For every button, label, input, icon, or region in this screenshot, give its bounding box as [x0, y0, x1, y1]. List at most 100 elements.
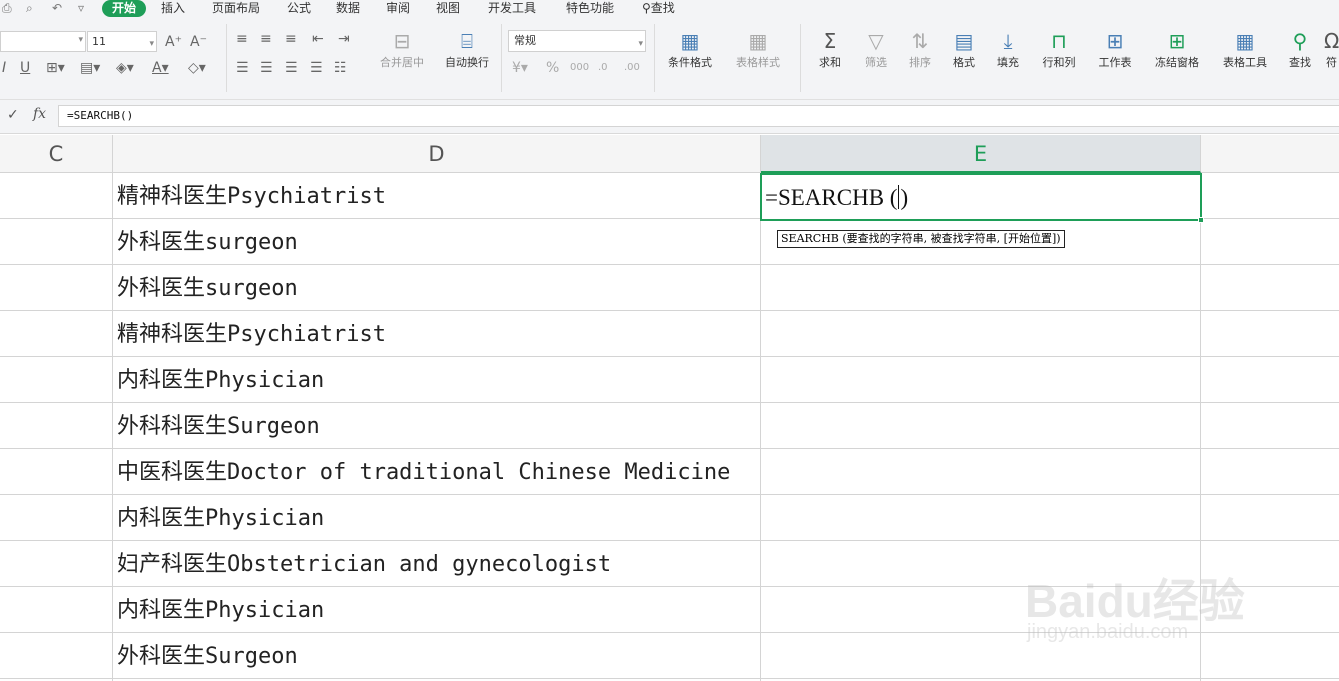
fill-color-icon[interactable]: ◈▾	[116, 60, 134, 76]
currency-icon[interactable]: ¥▾	[512, 60, 528, 76]
table-row: 内科医生Physician	[0, 357, 1339, 403]
symbol-button[interactable]: Ω 符	[1324, 28, 1339, 69]
cell-d[interactable]: 妇产科医生Obstetrician and gynecologist	[117, 541, 611, 587]
tab-review[interactable]: 审阅	[386, 0, 410, 17]
font-color-icon[interactable]: A▾	[152, 60, 169, 76]
table-tools-button[interactable]: ▦ 表格工具	[1214, 28, 1276, 69]
tab-page-layout[interactable]: 页面布局	[212, 0, 260, 17]
increase-decimal-icon[interactable]: .0	[598, 60, 608, 76]
column-header-f[interactable]	[1201, 135, 1339, 173]
filter-button[interactable]: ▽ 筛选	[854, 28, 898, 69]
table-row: 外科科医生Surgeon	[0, 403, 1339, 449]
print-preview-icon[interactable]: ⌕	[26, 1, 33, 15]
thousands-separator-icon[interactable]: 000	[570, 60, 589, 76]
sort-button[interactable]: ⇅ 排序	[898, 28, 942, 69]
font-size-select[interactable]: 11 ▾	[87, 31, 157, 52]
percent-icon[interactable]: %	[546, 60, 559, 76]
formula-input[interactable]: =SEARCHB()	[58, 105, 1339, 127]
symbol-icon: Ω	[1324, 29, 1339, 53]
align-left-icon[interactable]: ☰	[236, 60, 249, 76]
cell-formula-text[interactable]: =SEARCHB ()	[765, 175, 908, 221]
format-button[interactable]: ▤ 格式	[942, 28, 986, 69]
cell-d[interactable]: 内科医生Physician	[117, 495, 324, 541]
increase-font-icon[interactable]: A⁺	[165, 34, 182, 50]
filter-icon: ▽	[868, 29, 884, 53]
justify-icon[interactable]: ☰	[310, 60, 323, 76]
cell-d[interactable]: 内科医生Physician	[117, 587, 324, 633]
cell-d[interactable]: 外科医生surgeon	[117, 265, 298, 311]
tab-data[interactable]: 数据	[336, 0, 360, 17]
quick-access-dropdown-icon[interactable]: ▿	[78, 1, 84, 15]
wrap-text-button[interactable]: ⌸ 自动换行	[440, 28, 494, 69]
column-header-row: C D E	[0, 135, 1339, 173]
chevron-down-icon: ▾	[149, 39, 154, 49]
divider	[501, 24, 502, 92]
row-col-button[interactable]: ⊓ 行和列	[1032, 28, 1086, 69]
tab-developer[interactable]: 开发工具	[488, 0, 536, 17]
sigma-icon: Σ	[823, 29, 837, 53]
font-name-select[interactable]: ▾	[0, 31, 86, 52]
cell-d[interactable]: 精神科医生Psychiatrist	[117, 311, 386, 357]
find-button[interactable]: ⚲ 查找	[1280, 28, 1320, 69]
decrease-decimal-icon[interactable]: .00	[624, 60, 640, 76]
active-cell-e1[interactable]: =SEARCHB ()	[760, 173, 1204, 223]
worksheet-button[interactable]: ⊞ 工作表	[1088, 28, 1142, 69]
cell-style-icon[interactable]: ▤▾	[80, 60, 100, 76]
tab-special-features[interactable]: 特色功能	[566, 0, 614, 17]
table-row: 外科医生surgeon	[0, 265, 1339, 311]
column-header-d[interactable]: D	[113, 135, 761, 173]
tab-view[interactable]: 视图	[436, 0, 460, 17]
fill-handle[interactable]	[1198, 217, 1204, 223]
menu-search[interactable]: ⚲查找	[642, 0, 675, 17]
cell-d[interactable]: 精神科医生Psychiatrist	[117, 173, 386, 219]
fill-button[interactable]: ⤓ 填充	[986, 28, 1030, 69]
align-top-icon[interactable]: ≡	[236, 31, 248, 47]
column-header-e[interactable]: E	[761, 135, 1201, 173]
fill-down-icon: ⤓	[1003, 29, 1013, 53]
conditional-format-button[interactable]: ▦ 条件格式	[660, 28, 720, 69]
table-style-button[interactable]: ▦ 表格样式	[726, 28, 790, 69]
freeze-panes-button[interactable]: ⊞ 冻结窗格	[1146, 28, 1208, 69]
underline-icon[interactable]: U	[20, 60, 30, 76]
insert-function-icon[interactable]: fx	[33, 106, 46, 122]
worksheet-icon: ⊞	[1106, 29, 1124, 53]
indent-increase-icon[interactable]: ⇥	[338, 31, 350, 47]
merge-center-button[interactable]: ⊟ 合并居中	[370, 28, 434, 69]
divider	[654, 24, 655, 92]
table-style-icon: ▦	[748, 29, 768, 53]
sum-button[interactable]: Σ 求和	[808, 28, 852, 69]
decrease-font-icon[interactable]: A⁻	[190, 34, 207, 50]
tab-formulas[interactable]: 公式	[287, 0, 311, 17]
cell-d[interactable]: 中医科医生Doctor of traditional Chinese Medic…	[117, 449, 730, 495]
chevron-down-icon: ▾	[78, 35, 83, 45]
italic-icon[interactable]: I	[2, 60, 6, 76]
align-bottom-icon[interactable]: ≡	[285, 31, 297, 47]
align-center-icon[interactable]: ☰	[260, 60, 273, 76]
cell-d[interactable]: 内科医生Physician	[117, 357, 324, 403]
cell-d[interactable]: 外科医生surgeon	[117, 219, 298, 265]
clear-format-icon[interactable]: ◇▾	[188, 60, 206, 76]
table-tools-icon: ▦	[1235, 29, 1255, 53]
undo-icon[interactable]: ↶	[52, 1, 62, 15]
table-row: 外科医生surgeon	[0, 219, 1339, 265]
tab-insert[interactable]: 插入	[161, 0, 185, 17]
watermark: Baidu经验 jingyan.baidu.com	[1025, 545, 1285, 655]
cell-d[interactable]: 外科医生Surgeon	[117, 633, 298, 679]
number-format-select[interactable]: 常规 ▾	[508, 30, 646, 52]
magnifier-icon: ⚲	[1292, 29, 1308, 53]
align-right-icon[interactable]: ☰	[285, 60, 298, 76]
indent-decrease-icon[interactable]: ⇤	[312, 31, 324, 47]
freeze-panes-icon: ⊞	[1168, 29, 1186, 53]
column-header-c[interactable]: C	[0, 135, 113, 173]
cell-d[interactable]: 外科科医生Surgeon	[117, 403, 320, 449]
tab-home[interactable]: 开始	[102, 0, 147, 17]
divider	[226, 24, 227, 92]
border-icon[interactable]: ⊞▾	[46, 60, 65, 76]
format-icon: ▤	[954, 29, 974, 53]
distributed-icon[interactable]: ☷	[334, 60, 347, 76]
confirm-check-icon[interactable]: ✓	[7, 107, 19, 123]
save-icon[interactable]: ⎙	[2, 1, 12, 15]
sort-icon: ⇅	[911, 29, 929, 53]
chevron-down-icon: ▾	[638, 39, 643, 49]
align-middle-icon[interactable]: ≡	[260, 31, 272, 47]
